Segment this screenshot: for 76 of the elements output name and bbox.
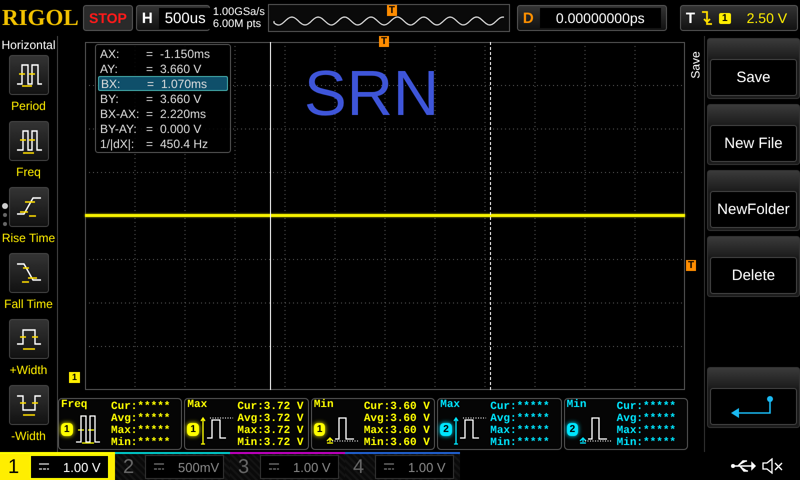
usb-icon bbox=[730, 459, 756, 473]
measurement-value: Max:***** bbox=[616, 425, 676, 437]
channel-tab[interactable]: 4 1.00 V bbox=[345, 452, 460, 480]
measurement-value: Cur:3.72 V bbox=[237, 401, 304, 413]
run-state[interactable]: STOP bbox=[83, 5, 133, 31]
back-button[interactable] bbox=[706, 367, 800, 428]
channel-badge: 1 bbox=[61, 422, 73, 436]
trigger-display[interactable]: T 1 2.50 V bbox=[680, 5, 798, 31]
channel-badge: 1 bbox=[314, 422, 326, 436]
measurement-value: Min:***** bbox=[616, 437, 676, 449]
measurement-title: Max bbox=[186, 399, 208, 412]
dc-coupling-icon bbox=[384, 463, 394, 471]
measurement-value: Cur:3.60 V bbox=[364, 401, 430, 413]
trigger-position-marker[interactable]: T bbox=[379, 36, 390, 47]
measurement-panel[interactable]: Min 2 Cur:***** Avg:***** Max:***** Min:***** bbox=[564, 398, 688, 450]
dc-coupling-icon bbox=[39, 463, 49, 471]
mute-icon bbox=[762, 458, 784, 474]
menu-button[interactable]: New File bbox=[706, 104, 800, 165]
timebase-display[interactable]: H 500us bbox=[136, 5, 210, 31]
readout-row-text: AX: = -1.150ms bbox=[99, 46, 212, 61]
page-indicator-icon bbox=[1, 202, 9, 228]
channel-badge: 2 bbox=[440, 422, 452, 436]
menu-title: Save bbox=[688, 51, 703, 79]
trigger-marker: T bbox=[386, 5, 397, 16]
measurement-panel[interactable]: Max 1 Cur:3.72 V Avg:3.72 V Max:3.72 V Min:3.72 V bbox=[184, 398, 309, 450]
measurement-title: Min bbox=[312, 399, 335, 412]
measurement-title: Freq bbox=[60, 399, 88, 412]
measurement-value: Min:3.72 V bbox=[237, 437, 304, 449]
measurement-value: Avg:***** bbox=[616, 413, 676, 425]
readout-row-text: BY: = 3.660 V bbox=[99, 91, 202, 106]
measurement-title: Min bbox=[566, 399, 588, 412]
dc-coupling-icon bbox=[154, 463, 164, 471]
measurement-value: Min:3.60 V bbox=[364, 437, 430, 449]
measurement-panel[interactable]: Max 2 Cur:***** Avg:***** Max:***** Min:***** bbox=[437, 398, 562, 450]
measurement-value: Avg:***** bbox=[111, 413, 170, 425]
readout-row-text: 1/|dX|: = 450.4 Hz bbox=[99, 136, 210, 151]
menu-button[interactable]: Save bbox=[706, 38, 800, 99]
channel-offset-marker[interactable]: 1 bbox=[69, 372, 80, 383]
sample-rate: 1.00GSa/s bbox=[212, 6, 265, 18]
measurement-value: Max:***** bbox=[490, 425, 550, 437]
measurement-value: Avg:3.72 V bbox=[237, 413, 304, 425]
falling-edge-icon bbox=[701, 10, 714, 26]
measurement-value: Max:3.72 V bbox=[237, 425, 304, 437]
measurement-value: Avg:3.60 V bbox=[364, 413, 430, 425]
measurement-value: Avg:***** bbox=[490, 413, 550, 425]
measurement-value: Cur:***** bbox=[490, 401, 550, 413]
measure-button[interactable]: Fall Time bbox=[4, 253, 53, 319]
menu-title: Horizontal bbox=[1, 38, 56, 52]
menu-button[interactable]: NewFolder bbox=[706, 170, 800, 231]
menu-button[interactable]: Delete bbox=[706, 236, 800, 297]
measurement-panel[interactable]: Min 1 Cur:3.60 V Avg:3.60 V Max:3.60 V Min:3.60 V bbox=[310, 398, 436, 450]
dc-coupling-icon bbox=[269, 463, 279, 471]
channel-tab[interactable]: 1 1.00 V bbox=[0, 452, 115, 480]
brand-logo: RIGOL bbox=[2, 5, 80, 31]
trigger-level-marker[interactable]: T bbox=[686, 260, 696, 271]
readout-row-text: AY: = 3.660 V bbox=[99, 61, 202, 76]
measurement-value: Cur:***** bbox=[111, 401, 170, 413]
readout-row-text: BX-AX: = 2.220ms bbox=[99, 106, 208, 121]
readout-row-text: BY-AY: = 0.000 V bbox=[99, 121, 202, 136]
channel-badge: 2 bbox=[566, 422, 578, 436]
measurement-value: Min:***** bbox=[490, 437, 550, 449]
delay-display[interactable]: D 0.00000000ps bbox=[516, 5, 667, 31]
measurement-title: Max bbox=[439, 399, 462, 412]
measurement-value: Max:***** bbox=[111, 425, 170, 437]
cursor-line[interactable] bbox=[490, 42, 491, 390]
measure-button[interactable]: Rise Time bbox=[2, 187, 56, 253]
overlay-label: SRN bbox=[304, 56, 440, 130]
channel-tab[interactable]: 3 1.00 V bbox=[230, 452, 345, 480]
channel-badge: 1 bbox=[187, 422, 199, 436]
measurement-value: Cur:***** bbox=[616, 401, 676, 413]
memory-depth: 6.00M pts bbox=[212, 18, 262, 30]
measurement-value: Min:***** bbox=[111, 437, 170, 449]
channel-tab[interactable]: 2 500mV bbox=[115, 452, 230, 480]
readout-row: BX: = 1.070ms bbox=[98, 76, 228, 91]
measurement-value: Max:3.60 V bbox=[364, 425, 430, 437]
measurement-panel[interactable]: Freq 1 Cur:***** Avg:***** Max:***** Min:***** bbox=[58, 398, 182, 450]
